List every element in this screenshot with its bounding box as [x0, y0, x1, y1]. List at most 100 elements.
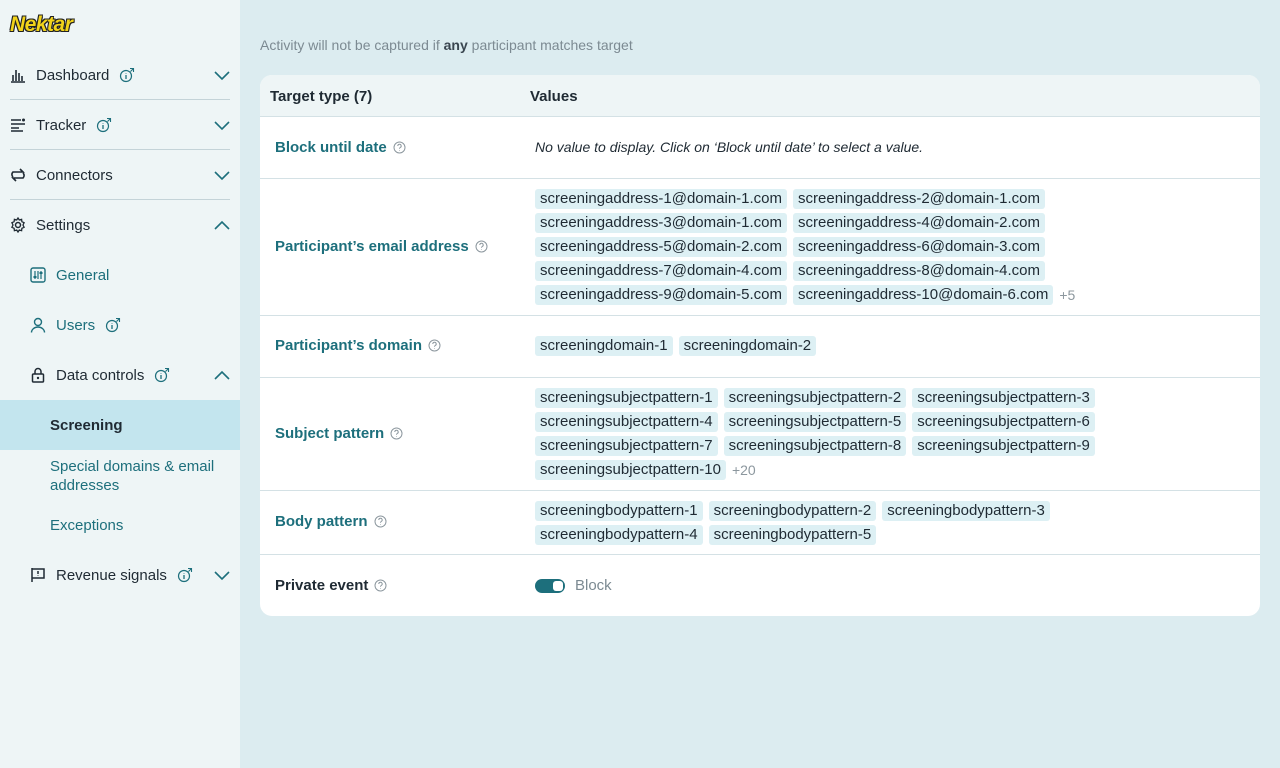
subject-pattern-link[interactable]: Subject pattern [275, 425, 403, 442]
info-icon[interactable] [154, 367, 170, 383]
list-icon [10, 117, 26, 133]
question-icon[interactable] [393, 141, 406, 154]
flag-icon [30, 567, 46, 583]
value-chip: screeningaddress-4@domain-2.com [793, 213, 1046, 233]
caption-suffix: participant matches target [467, 37, 633, 53]
participant-domain-link[interactable]: Participant’s domain [275, 337, 441, 354]
value-chip: screeningsubjectpattern-9 [912, 436, 1095, 456]
info-icon[interactable] [105, 317, 121, 333]
question-icon[interactable] [374, 579, 387, 592]
value-chip: screeningbodypattern-3 [882, 501, 1050, 521]
value-chip: screeningbodypattern-2 [708, 501, 877, 521]
value-chip: screeningsubjectpattern-4 [535, 412, 718, 432]
value-chip: screeningsubjectpattern-3 [912, 388, 1095, 408]
nav-general[interactable]: General [30, 250, 230, 300]
nektar-logo[interactable]: Nektar [10, 13, 73, 37]
chevron-down-icon[interactable] [214, 567, 230, 583]
row-private-event: Private event Block [260, 555, 1260, 616]
nav-revenue-signals-label: Revenue signals [56, 566, 167, 584]
nav-tracker[interactable]: Tracker [10, 100, 230, 150]
toggle-label: Block [575, 577, 612, 594]
nav-dashboard[interactable]: Dashboard [10, 50, 230, 100]
toggle-knob [553, 581, 563, 591]
nav-revenue-signals[interactable]: Revenue signals [30, 550, 230, 600]
info-icon[interactable] [119, 67, 135, 83]
column-values: Values [530, 88, 578, 105]
value-chip: screeningaddress-10@domain-6.com [793, 285, 1054, 305]
participant-email-link[interactable]: Participant’s email address [275, 238, 488, 255]
nav-general-label: General [56, 266, 110, 284]
more-count[interactable]: +20 [732, 460, 756, 480]
row-label-text: Block until date [275, 139, 387, 156]
row-label-text: Body pattern [275, 513, 368, 530]
row-block-until-date: Block until date No value to display. Cl… [260, 117, 1260, 179]
value-chip: screeningdomain-1 [535, 336, 673, 356]
nav-data-controls[interactable]: Data controls [30, 350, 230, 400]
private-event-label: Private event [275, 577, 387, 594]
chevron-down-icon[interactable] [214, 167, 230, 183]
email-values: screeningaddress-1@domain-1.com screening… [535, 189, 1095, 309]
nav-tracker-label: Tracker [36, 116, 87, 134]
nav-settings[interactable]: Settings [10, 200, 230, 250]
value-chip: screeningaddress-3@domain-1.com [535, 213, 788, 233]
row-participant-email: Participant’s email address screeningadd… [260, 179, 1260, 316]
info-icon[interactable] [96, 117, 112, 133]
row-label-text: Subject pattern [275, 425, 385, 442]
question-icon[interactable] [390, 427, 403, 440]
nav-special-domains[interactable]: Special domains & email addresses [50, 457, 230, 495]
nav-dashboard-label: Dashboard [36, 66, 110, 84]
gear-icon [10, 217, 26, 233]
chevron-down-icon[interactable] [214, 67, 230, 83]
row-subject-pattern: Subject pattern screeningsubjectpattern-… [260, 378, 1260, 491]
body-pattern-link[interactable]: Body pattern [275, 513, 387, 530]
sliders-icon [30, 267, 46, 283]
question-icon[interactable] [475, 240, 488, 253]
table-header: Target type (7) Values [260, 75, 1260, 117]
bar-chart-icon [10, 67, 26, 83]
lock-icon [30, 367, 46, 383]
empty-value-message: No value to display. Click on ‘Block unt… [535, 139, 924, 155]
nav-connectors-label: Connectors [36, 166, 113, 184]
chevron-down-icon[interactable] [214, 117, 230, 133]
value-chip: screeningsubjectpattern-6 [912, 412, 1095, 432]
body-values: screeningbodypattern-1 screeningbodypatte… [535, 501, 1095, 549]
screening-caption: Activity will not be captured if any par… [260, 37, 633, 53]
nav-connectors[interactable]: Connectors [10, 150, 230, 200]
value-chip: screeningdomain-2 [678, 336, 817, 356]
column-target-type: Target type (7) [270, 88, 373, 105]
value-chip: screeningaddress-5@domain-2.com [535, 237, 788, 257]
question-icon[interactable] [374, 515, 387, 528]
value-chip: screeningsubjectpattern-5 [723, 412, 907, 432]
value-chip: screeningsubjectpattern-1 [535, 388, 718, 408]
row-body-pattern: Body pattern screeningbodypattern-1 scree… [260, 491, 1260, 555]
value-chip: screeningaddress-9@domain-5.com [535, 285, 788, 305]
caption-emphasis: any [443, 37, 468, 53]
user-icon [30, 317, 46, 333]
block-until-date-link[interactable]: Block until date [275, 139, 406, 156]
nav-data-controls-label: Data controls [56, 366, 145, 384]
value-chip: screeningsubjectpattern-2 [723, 388, 907, 408]
more-count[interactable]: +5 [1059, 285, 1075, 305]
value-chip: screeningaddress-8@domain-4.com [793, 261, 1046, 281]
screening-table: Target type (7) Values Block until date … [260, 75, 1260, 616]
nav-users-label: Users [56, 316, 96, 334]
info-icon[interactable] [177, 567, 193, 583]
caption-prefix: Activity will not be captured if [260, 37, 444, 53]
row-participant-domain: Participant’s domain screeningdomain-1 sc… [260, 316, 1260, 378]
row-label-text: Participant’s email address [275, 238, 469, 255]
private-event-toggle[interactable] [535, 579, 565, 593]
nav-users[interactable]: Users [30, 300, 230, 350]
value-chip: screeningaddress-2@domain-1.com [793, 189, 1046, 209]
value-chip: screeningsubjectpattern-10 [535, 460, 726, 480]
value-chip: screeningbodypattern-4 [535, 525, 703, 545]
nav-exceptions[interactable]: Exceptions [50, 516, 230, 535]
value-chip: screeningaddress-6@domain-3.com [793, 237, 1046, 257]
nav-screening[interactable]: Screening [50, 416, 230, 435]
value-chip: screeningaddress-7@domain-4.com [535, 261, 788, 281]
row-label-text: Private event [275, 577, 369, 594]
value-chip: screeningbodypattern-1 [535, 501, 703, 521]
question-icon[interactable] [428, 339, 441, 352]
row-label-text: Participant’s domain [275, 337, 422, 354]
chevron-up-icon[interactable] [214, 217, 230, 233]
chevron-up-icon[interactable] [214, 367, 230, 383]
